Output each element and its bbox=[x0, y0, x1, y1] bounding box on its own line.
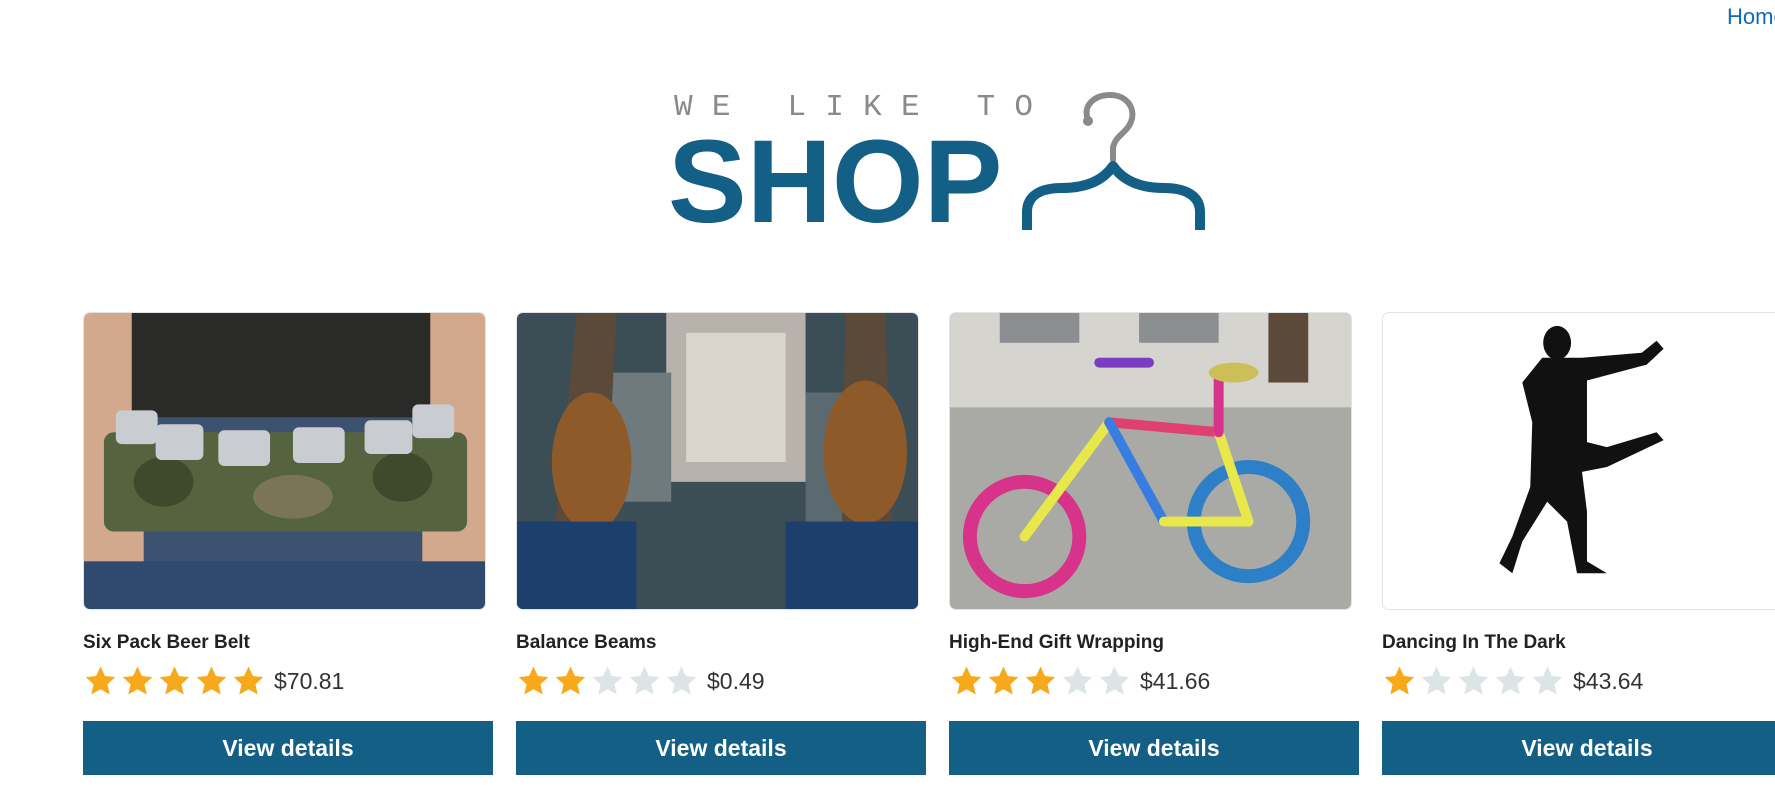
star-empty-icon bbox=[666, 666, 697, 695]
product-name[interactable]: Dancing In The Dark bbox=[1382, 632, 1566, 654]
product-card: Six Pack Beer Belt $70.81 View details bbox=[83, 312, 493, 782]
home-link[interactable]: Home bbox=[1727, 4, 1775, 30]
star-filled-icon bbox=[555, 666, 586, 695]
product-name[interactable]: Balance Beams bbox=[516, 632, 656, 654]
product-price: $70.81 bbox=[274, 667, 345, 694]
star-filled-icon bbox=[1384, 666, 1415, 695]
star-filled-icon bbox=[518, 666, 549, 695]
product-rating: $43.64 bbox=[1382, 664, 1643, 698]
product-rating: $0.49 bbox=[516, 664, 765, 698]
star-empty-icon bbox=[1458, 666, 1489, 695]
site-logo: WE LIKE TO SHOP bbox=[668, 85, 1210, 248]
star-filled-icon bbox=[85, 666, 116, 695]
logo-wordmark: SHOP bbox=[668, 116, 1003, 248]
view-details-button[interactable]: View details bbox=[1382, 721, 1775, 775]
star-empty-icon bbox=[1495, 666, 1526, 695]
product-price: $0.49 bbox=[707, 667, 765, 694]
star-filled-icon bbox=[233, 666, 264, 695]
star-filled-icon bbox=[196, 666, 227, 695]
product-name[interactable]: Six Pack Beer Belt bbox=[83, 632, 250, 654]
view-details-button[interactable]: View details bbox=[83, 721, 493, 775]
product-rating: $41.66 bbox=[949, 664, 1210, 698]
product-card: High-End Gift Wrapping $41.66 View detai… bbox=[949, 312, 1359, 782]
star-empty-icon bbox=[1062, 666, 1093, 695]
view-details-button[interactable]: View details bbox=[516, 721, 926, 775]
star-empty-icon bbox=[1099, 666, 1130, 695]
product-image[interactable] bbox=[516, 312, 919, 610]
star-rating bbox=[949, 664, 1134, 698]
view-details-button[interactable]: View details bbox=[949, 721, 1359, 775]
product-price: $43.64 bbox=[1573, 667, 1644, 694]
product-price: $41.66 bbox=[1140, 667, 1211, 694]
product-card: Balance Beams $0.49 View details bbox=[516, 312, 926, 782]
star-rating bbox=[1382, 664, 1567, 698]
star-rating bbox=[83, 664, 268, 698]
star-filled-icon bbox=[988, 666, 1019, 695]
product-image[interactable] bbox=[949, 312, 1352, 610]
star-empty-icon bbox=[1532, 666, 1563, 695]
star-filled-icon bbox=[1025, 666, 1056, 695]
star-empty-icon bbox=[1421, 666, 1452, 695]
product-rating: $70.81 bbox=[83, 664, 344, 698]
star-empty-icon bbox=[592, 666, 623, 695]
hanger-icon bbox=[1022, 91, 1205, 230]
star-filled-icon bbox=[122, 666, 153, 695]
star-empty-icon bbox=[629, 666, 660, 695]
star-filled-icon bbox=[951, 666, 982, 695]
star-rating bbox=[516, 664, 701, 698]
product-image[interactable] bbox=[83, 312, 486, 610]
product-card: Dancing In The Dark $43.64 View details bbox=[1382, 312, 1775, 782]
star-filled-icon bbox=[159, 666, 190, 695]
product-image[interactable] bbox=[1382, 312, 1775, 610]
product-name[interactable]: High-End Gift Wrapping bbox=[949, 632, 1164, 654]
